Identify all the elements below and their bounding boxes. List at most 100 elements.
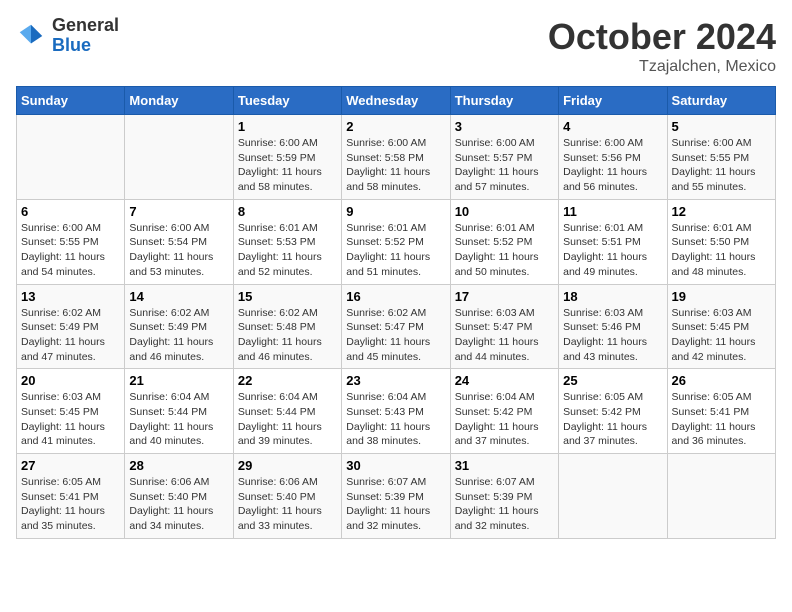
day-detail: Sunrise: 6:02 AM Sunset: 5:49 PM Dayligh… (129, 306, 228, 365)
calendar-cell: 27 Sunrise: 6:05 AM Sunset: 5:41 PM Dayli… (17, 454, 125, 539)
day-number: 19 (672, 289, 771, 304)
calendar-cell: 14Sunrise: 6:02 AM Sunset: 5:49 PM Dayli… (125, 284, 233, 369)
day-detail: Sunrise: 6:07 AM Sunset: 5:39 PM Dayligh… (455, 475, 554, 534)
day-detail: Sunrise: 6:00 AM Sunset: 5:55 PM Dayligh… (21, 221, 120, 280)
day-number: 13 (21, 289, 120, 304)
calendar-cell (17, 115, 125, 200)
day-number: 11 (563, 204, 662, 219)
day-number: 24 (455, 373, 554, 388)
month-title: October 2024 (548, 16, 776, 58)
logo: General Blue (16, 16, 119, 56)
calendar-cell: 9 Sunrise: 6:01 AM Sunset: 5:52 PM Daylig… (342, 199, 450, 284)
calendar-cell: 23 Sunrise: 6:04 AM Sunset: 5:43 PM Dayli… (342, 369, 450, 454)
calendar-cell (559, 454, 667, 539)
day-detail: Sunrise: 6:04 AM Sunset: 5:42 PM Dayligh… (455, 390, 554, 449)
day-number: 4 (563, 119, 662, 134)
calendar-cell: 11 Sunrise: 6:01 AM Sunset: 5:51 PM Dayli… (559, 199, 667, 284)
weekday-header-thursday: Thursday (450, 87, 558, 115)
calendar-cell: 25Sunrise: 6:05 AM Sunset: 5:42 PM Dayli… (559, 369, 667, 454)
day-number: 2 (346, 119, 445, 134)
day-detail: Sunrise: 6:03 AM Sunset: 5:45 PM Dayligh… (21, 390, 120, 449)
calendar-cell: 13Sunrise: 6:02 AM Sunset: 5:49 PM Dayli… (17, 284, 125, 369)
day-number: 17 (455, 289, 554, 304)
weekday-header-tuesday: Tuesday (233, 87, 341, 115)
weekday-header-friday: Friday (559, 87, 667, 115)
calendar-cell: 29 Sunrise: 6:06 AM Sunset: 5:40 PM Dayli… (233, 454, 341, 539)
week-row-4: 20 Sunrise: 6:03 AM Sunset: 5:45 PM Dayli… (17, 369, 776, 454)
location-title: Tzajalchen, Mexico (548, 58, 776, 76)
day-detail: Sunrise: 6:02 AM Sunset: 5:48 PM Dayligh… (238, 306, 337, 365)
day-number: 5 (672, 119, 771, 134)
weekday-header-wednesday: Wednesday (342, 87, 450, 115)
calendar-cell: 3 Sunrise: 6:00 AM Sunset: 5:57 PM Daylig… (450, 115, 558, 200)
weekday-header-row: SundayMondayTuesdayWednesdayThursdayFrid… (17, 87, 776, 115)
weekday-header-saturday: Saturday (667, 87, 775, 115)
calendar-cell: 28 Sunrise: 6:06 AM Sunset: 5:40 PM Dayli… (125, 454, 233, 539)
calendar-cell: 20 Sunrise: 6:03 AM Sunset: 5:45 PM Dayli… (17, 369, 125, 454)
calendar-cell: 31 Sunrise: 6:07 AM Sunset: 5:39 PM Dayli… (450, 454, 558, 539)
day-detail: Sunrise: 6:03 AM Sunset: 5:46 PM Dayligh… (563, 306, 662, 365)
week-row-1: 1Sunrise: 6:00 AM Sunset: 5:59 PM Daylig… (17, 115, 776, 200)
calendar-cell: 2 Sunrise: 6:00 AM Sunset: 5:58 PM Daylig… (342, 115, 450, 200)
day-detail: Sunrise: 6:00 AM Sunset: 5:54 PM Dayligh… (129, 221, 228, 280)
day-number: 22 (238, 373, 337, 388)
day-number: 30 (346, 458, 445, 473)
day-detail: Sunrise: 6:01 AM Sunset: 5:51 PM Dayligh… (563, 221, 662, 280)
day-detail: Sunrise: 6:01 AM Sunset: 5:53 PM Dayligh… (238, 221, 337, 280)
page-header: General Blue October 2024 Tzajalchen, Me… (16, 16, 776, 76)
day-number: 18 (563, 289, 662, 304)
day-number: 3 (455, 119, 554, 134)
logo-blue-text: Blue (52, 36, 119, 56)
day-number: 28 (129, 458, 228, 473)
day-detail: Sunrise: 6:05 AM Sunset: 5:41 PM Dayligh… (21, 475, 120, 534)
calendar-cell: 8 Sunrise: 6:01 AM Sunset: 5:53 PM Daylig… (233, 199, 341, 284)
calendar-cell: 7Sunrise: 6:00 AM Sunset: 5:54 PM Daylig… (125, 199, 233, 284)
calendar-table: SundayMondayTuesdayWednesdayThursdayFrid… (16, 86, 776, 539)
day-detail: Sunrise: 6:00 AM Sunset: 5:58 PM Dayligh… (346, 136, 445, 195)
calendar-cell: 16 Sunrise: 6:02 AM Sunset: 5:47 PM Dayli… (342, 284, 450, 369)
day-detail: Sunrise: 6:06 AM Sunset: 5:40 PM Dayligh… (238, 475, 337, 534)
week-row-3: 13 Sunrise: 6:02 AM Sunset: 5:49 PM Dayli… (17, 284, 776, 369)
day-detail: Sunrise: 6:04 AM Sunset: 5:44 PM Dayligh… (238, 390, 337, 449)
day-number: 9 (346, 204, 445, 219)
weekday-header-monday: Monday (125, 87, 233, 115)
calendar-cell: 4Sunrise: 6:00 AM Sunset: 5:56 PM Daylig… (559, 115, 667, 200)
day-number: 21 (129, 373, 228, 388)
day-detail: Sunrise: 6:00 AM Sunset: 5:59 PM Dayligh… (238, 136, 337, 195)
calendar-cell: 21Sunrise: 6:04 AM Sunset: 5:44 PM Dayli… (125, 369, 233, 454)
day-detail: Sunrise: 6:07 AM Sunset: 5:39 PM Dayligh… (346, 475, 445, 534)
calendar-cell: 10 Sunrise: 6:01 AM Sunset: 5:52 PM Dayli… (450, 199, 558, 284)
day-detail: Sunrise: 6:01 AM Sunset: 5:50 PM Dayligh… (672, 221, 771, 280)
day-number: 26 (672, 373, 771, 388)
day-detail: Sunrise: 6:06 AM Sunset: 5:40 PM Dayligh… (129, 475, 228, 534)
calendar-cell: 24 Sunrise: 6:04 AM Sunset: 5:42 PM Dayli… (450, 369, 558, 454)
week-row-2: 6 Sunrise: 6:00 AM Sunset: 5:55 PM Daylig… (17, 199, 776, 284)
calendar-cell: 18 Sunrise: 6:03 AM Sunset: 5:46 PM Dayli… (559, 284, 667, 369)
calendar-cell: 17Sunrise: 6:03 AM Sunset: 5:47 PM Dayli… (450, 284, 558, 369)
day-number: 10 (455, 204, 554, 219)
logo-general-text: General (52, 16, 119, 36)
day-detail: Sunrise: 6:00 AM Sunset: 5:57 PM Dayligh… (455, 136, 554, 195)
title-block: October 2024 Tzajalchen, Mexico (548, 16, 776, 76)
day-detail: Sunrise: 6:01 AM Sunset: 5:52 PM Dayligh… (346, 221, 445, 280)
day-number: 20 (21, 373, 120, 388)
calendar-cell: 26Sunrise: 6:05 AM Sunset: 5:41 PM Dayli… (667, 369, 775, 454)
day-detail: Sunrise: 6:01 AM Sunset: 5:52 PM Dayligh… (455, 221, 554, 280)
day-detail: Sunrise: 6:03 AM Sunset: 5:45 PM Dayligh… (672, 306, 771, 365)
calendar-cell: 12 Sunrise: 6:01 AM Sunset: 5:50 PM Dayli… (667, 199, 775, 284)
day-number: 31 (455, 458, 554, 473)
calendar-cell: 6 Sunrise: 6:00 AM Sunset: 5:55 PM Daylig… (17, 199, 125, 284)
day-number: 23 (346, 373, 445, 388)
day-number: 6 (21, 204, 120, 219)
calendar-cell: 22 Sunrise: 6:04 AM Sunset: 5:44 PM Dayli… (233, 369, 341, 454)
day-number: 8 (238, 204, 337, 219)
calendar-cell: 15Sunrise: 6:02 AM Sunset: 5:48 PM Dayli… (233, 284, 341, 369)
day-number: 27 (21, 458, 120, 473)
day-number: 16 (346, 289, 445, 304)
week-row-5: 27 Sunrise: 6:05 AM Sunset: 5:41 PM Dayli… (17, 454, 776, 539)
day-detail: Sunrise: 6:02 AM Sunset: 5:47 PM Dayligh… (346, 306, 445, 365)
day-number: 29 (238, 458, 337, 473)
logo-icon (16, 21, 46, 51)
day-detail: Sunrise: 6:04 AM Sunset: 5:43 PM Dayligh… (346, 390, 445, 449)
day-number: 12 (672, 204, 771, 219)
